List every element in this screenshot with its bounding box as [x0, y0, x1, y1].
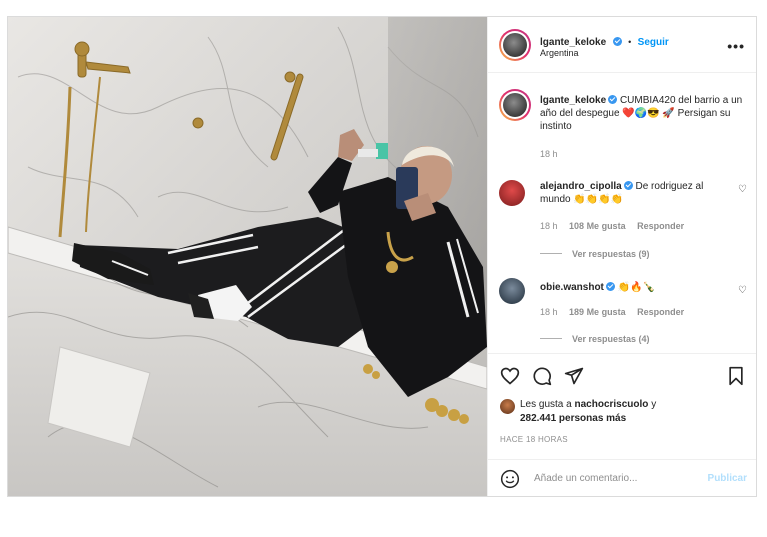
comment-time: 18 h: [540, 307, 558, 317]
follow-button[interactable]: Seguir: [638, 37, 669, 48]
verified-icon: [612, 37, 622, 46]
avatar[interactable]: [499, 29, 531, 61]
separator: •: [628, 37, 632, 47]
caption-time: 18 h: [540, 149, 558, 159]
verified-icon: [608, 95, 618, 104]
comment-like-heart-icon[interactable]: ♡: [738, 285, 747, 296]
likes-summary: Les gusta a nachocriscuolo y 282.441 per…: [520, 398, 656, 426]
comment-likes[interactable]: 108 Me gusta: [569, 221, 626, 231]
caption-avatar[interactable]: [499, 89, 531, 121]
post-sidebar: lgante_keloke • Seguir Argentina ••• lga…: [487, 17, 756, 496]
comment-composer: Añade un comentario... Publicar: [488, 459, 756, 496]
comment-avatar[interactable]: [499, 180, 525, 206]
heart-icon[interactable]: [500, 366, 520, 386]
more-icon[interactable]: •••: [727, 38, 745, 54]
comment-like-heart-icon[interactable]: ♡: [738, 184, 747, 195]
post-image: [8, 17, 487, 496]
verified-icon: [605, 282, 615, 291]
caption: lgante_keloke CUMBIA420 del barrio a un …: [540, 94, 746, 133]
comment-avatar[interactable]: [499, 278, 525, 304]
comment-meta: 18 h 108 Me gusta Responder: [540, 221, 693, 231]
header-username[interactable]: lgante_keloke: [540, 37, 606, 48]
reply-button[interactable]: Responder: [637, 307, 684, 317]
share-icon[interactable]: [564, 366, 584, 386]
comment-2: obie.wanshot 👏🔥🍾: [540, 281, 732, 294]
instagram-post: lgante_keloke • Seguir Argentina ••• lga…: [7, 16, 757, 497]
comment-likes[interactable]: 189 Me gusta: [569, 307, 626, 317]
comment-1: alejandro_cipolla De rodriguez al mundo …: [540, 180, 732, 206]
reply-button[interactable]: Responder: [637, 221, 684, 231]
view-replies-link[interactable]: Ver respuestas (4): [540, 334, 650, 344]
post-timestamp[interactable]: HACE 18 HORAS: [500, 435, 568, 444]
likes-count[interactable]: 282.441 personas más: [520, 413, 626, 424]
verified-icon: [623, 181, 633, 190]
caption-username[interactable]: lgante_keloke: [540, 95, 606, 106]
post-header: lgante_keloke • Seguir Argentina •••: [488, 17, 756, 73]
likes-connector: y: [651, 399, 657, 410]
comment-username[interactable]: alejandro_cipolla: [540, 181, 622, 192]
view-replies-link[interactable]: Ver respuestas (9): [540, 249, 650, 259]
comment-time: 18 h: [540, 221, 558, 231]
comment-icon[interactable]: [532, 366, 552, 386]
comment-username[interactable]: obie.wanshot: [540, 282, 604, 293]
post-photo[interactable]: [8, 17, 487, 496]
likes-prefix: Les gusta a: [520, 399, 572, 410]
comment-meta: 18 h 189 Me gusta Responder: [540, 307, 693, 317]
liker-username[interactable]: nachocriscuolo: [575, 399, 649, 410]
liker-avatar[interactable]: [500, 399, 515, 414]
location[interactable]: Argentina: [540, 48, 579, 58]
emoji-icon[interactable]: [500, 469, 520, 489]
bookmark-icon[interactable]: [726, 366, 746, 386]
comment-text: 👏🔥🍾: [617, 282, 656, 293]
publish-button[interactable]: Publicar: [708, 473, 747, 484]
comment-input[interactable]: Añade un comentario...: [534, 473, 637, 484]
page: lgante_keloke • Seguir Argentina ••• lga…: [0, 0, 767, 537]
